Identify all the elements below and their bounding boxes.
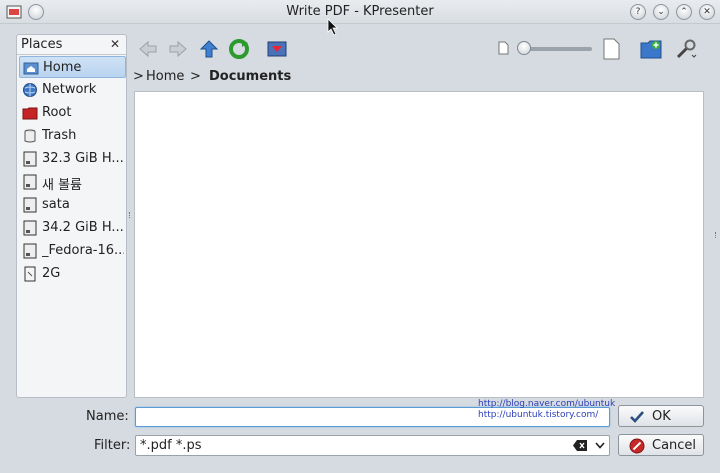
places-item-drive-4[interactable]: 34.2 GiB H... — [19, 217, 126, 239]
new-folder-icon[interactable] — [640, 38, 662, 60]
places-item-label: Root — [42, 105, 72, 120]
places-item-label: _Fedora-16... — [42, 243, 124, 258]
places-item-drive-2[interactable]: 새 볼륨 — [19, 171, 126, 193]
places-item-label: 2G — [42, 266, 61, 281]
splitter-handle[interactable] — [129, 212, 131, 218]
places-item-label: 새 볼륨 — [42, 178, 83, 193]
home-folder-icon — [23, 62, 39, 75]
settings-wrench-icon[interactable] — [675, 38, 697, 60]
places-item-label: 34.2 GiB H... — [42, 220, 124, 235]
places-item-label: Home — [43, 60, 82, 75]
name-label: Name: — [86, 409, 129, 424]
hard-drive-icon — [23, 151, 37, 167]
red-folder-icon — [22, 107, 38, 120]
close-window-button[interactable]: ✕ — [699, 4, 715, 20]
small-page-icon — [498, 41, 509, 55]
places-item-drive-6[interactable]: 2G — [19, 263, 126, 285]
places-item-drive-3[interactable]: sata — [19, 194, 126, 216]
places-item-root[interactable]: Root — [19, 102, 126, 124]
places-panel: Places ✕ Home Network Root Trash 32.3 Gi… — [16, 34, 127, 398]
preview-icon[interactable] — [266, 38, 288, 60]
places-item-label: Trash — [42, 128, 77, 143]
breadcrumb-separator: > — [190, 69, 201, 84]
places-item-drive-1[interactable]: 32.3 GiB H... — [19, 148, 126, 170]
trash-icon — [24, 129, 36, 143]
network-globe-icon — [23, 83, 37, 97]
resize-handle[interactable] — [715, 232, 717, 238]
watermark-line-1: http://blog.naver.com/ubuntuk — [478, 399, 616, 409]
forward-arrow-icon[interactable] — [167, 38, 189, 60]
hard-drive-icon — [23, 197, 37, 213]
places-header: Places ✕ — [17, 35, 126, 55]
title-bar: Write PDF - KPresenter ? ⌄ ⌃ ✕ — [0, 0, 720, 24]
zoom-slider-handle[interactable] — [517, 41, 531, 55]
filter-combobox[interactable]: *.pdf *.ps — [135, 435, 610, 456]
watermark-line-2: http://ubuntuk.tistory.com/ — [478, 410, 599, 420]
places-item-label: sata — [42, 197, 70, 212]
minimize-button[interactable]: ⌄ — [653, 4, 669, 20]
maximize-button[interactable]: ⌃ — [676, 4, 692, 20]
filter-value: *.pdf *.ps — [140, 438, 202, 453]
usb-drive-icon — [24, 266, 36, 282]
breadcrumb-item-home[interactable]: Home — [146, 69, 184, 84]
places-item-drive-5[interactable]: _Fedora-16... — [19, 240, 126, 262]
ok-button[interactable]: OK — [618, 405, 704, 427]
places-item-label: Network — [42, 82, 97, 97]
large-page-icon — [603, 38, 620, 60]
places-item-trash[interactable]: Trash — [19, 125, 126, 147]
places-item-label: 32.3 GiB H... — [42, 151, 124, 166]
hard-drive-icon — [23, 220, 37, 236]
filter-label: Filter: — [94, 438, 131, 453]
chevron-down-icon[interactable] — [595, 442, 605, 449]
hard-drive-icon — [23, 243, 37, 259]
hard-drive-icon — [23, 174, 37, 190]
breadcrumb-item-documents[interactable]: Documents — [209, 69, 291, 84]
places-close-button[interactable]: ✕ — [110, 37, 120, 51]
breadcrumb-separator: > — [133, 69, 144, 84]
cancel-icon — [629, 438, 645, 454]
mouse-pointer-icon — [327, 18, 338, 36]
back-arrow-icon[interactable] — [137, 38, 159, 60]
ok-button-label: OK — [652, 409, 671, 424]
checkmark-icon — [630, 411, 644, 423]
up-arrow-icon[interactable] — [198, 38, 220, 60]
clear-text-icon[interactable] — [573, 440, 587, 451]
window-title: Write PDF - KPresenter — [286, 4, 434, 19]
places-title: Places — [21, 37, 63, 52]
places-item-network[interactable]: Network — [19, 79, 126, 101]
cancel-button-label: Cancel — [652, 438, 697, 453]
file-list-view[interactable] — [134, 91, 704, 398]
reload-icon[interactable] — [228, 38, 250, 60]
help-button[interactable]: ? — [630, 4, 646, 20]
cancel-button[interactable]: Cancel — [618, 434, 704, 456]
places-item-home[interactable]: Home — [19, 56, 126, 78]
